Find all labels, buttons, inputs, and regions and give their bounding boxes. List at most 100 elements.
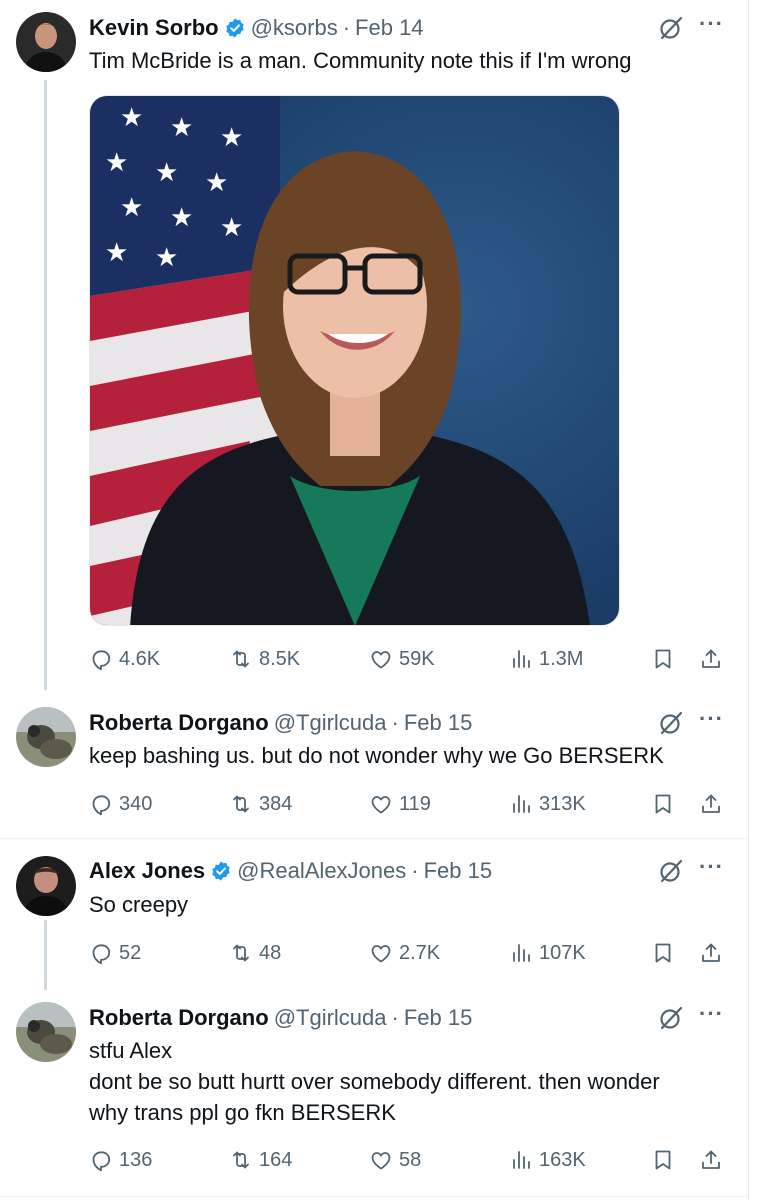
separator-dot: ·: [391, 1005, 399, 1030]
more-icon[interactable]: ···: [699, 1003, 724, 1025]
bookmark-icon: [651, 647, 675, 671]
tweet[interactable]: Roberta Dorgano @Tgirlcuda · Feb 15 ··· …: [0, 695, 748, 837]
tweet-text-line: why trans ppl go fkn BERSERK: [89, 1100, 396, 1125]
tweet-text-line: keep bashing us. but do not wonder why w…: [89, 743, 664, 768]
avatar[interactable]: [16, 856, 76, 916]
verified-badge-icon: [224, 17, 246, 39]
reply-button[interactable]: 136: [89, 1145, 152, 1175]
verified-badge-icon: [210, 860, 232, 882]
tweet-separator: [0, 1196, 748, 1197]
grok-icon[interactable]: [657, 857, 685, 885]
views-button[interactable]: 107K: [509, 938, 586, 968]
tweet-actions: 136 164 58 163K: [89, 1145, 725, 1175]
like-button[interactable]: 59K: [369, 644, 435, 674]
svg-text:★: ★: [105, 147, 128, 177]
share-icon: [699, 792, 723, 816]
retweet-button[interactable]: 8.5K: [229, 644, 300, 674]
tweet-header: Roberta Dorgano @Tgirlcuda · Feb 15 ···: [89, 1003, 728, 1033]
tweet-header: Kevin Sorbo @ksorbs · Feb 14 ···: [89, 13, 728, 43]
retweet-count: 48: [259, 941, 282, 964]
display-name[interactable]: Roberta Dorgano: [89, 1005, 269, 1031]
reply-icon: [89, 1148, 113, 1172]
retweet-button[interactable]: 384: [229, 789, 292, 819]
tweet-text-line: stfu Alex: [89, 1038, 173, 1063]
retweet-button[interactable]: 164: [229, 1145, 292, 1175]
avatar[interactable]: [16, 1002, 76, 1062]
svg-text:★: ★: [170, 202, 193, 232]
user-handle[interactable]: @ksorbs: [251, 15, 338, 41]
display-name[interactable]: Roberta Dorgano: [89, 710, 269, 736]
user-handle[interactable]: @RealAlexJones: [237, 858, 406, 884]
more-icon[interactable]: ···: [699, 856, 724, 878]
tweet-date[interactable]: Feb 14: [355, 15, 424, 41]
tweet-text: stfu Alex dont be so butt hurtt over som…: [89, 1035, 718, 1128]
like-count: 59K: [399, 647, 435, 670]
grok-icon[interactable]: [657, 14, 685, 42]
svg-text:★: ★: [170, 112, 193, 142]
tweet-text-line: dont be so butt hurtt over somebody diff…: [89, 1069, 660, 1094]
reply-icon: [89, 647, 113, 671]
retweet-button[interactable]: 48: [229, 938, 281, 968]
reply-icon: [89, 792, 113, 816]
more-icon[interactable]: ···: [699, 13, 724, 35]
reply-count: 52: [119, 941, 142, 964]
tweet[interactable]: Kevin Sorbo @ksorbs · Feb 14 ··· Tim McB…: [0, 0, 748, 695]
view-count: 107K: [539, 941, 586, 964]
tweet-actions: 4.6K 8.5K 59K 1.3M: [89, 644, 725, 674]
display-name[interactable]: Alex Jones: [89, 858, 205, 884]
svg-text:★: ★: [205, 167, 228, 197]
reply-count: 136: [119, 1148, 153, 1171]
like-count: 58: [399, 1148, 422, 1171]
views-button[interactable]: 313K: [509, 789, 586, 819]
views-button[interactable]: 163K: [509, 1145, 586, 1175]
tweet-date[interactable]: Feb 15: [404, 710, 473, 736]
tweet-date[interactable]: Feb 15: [404, 1005, 473, 1031]
view-count: 163K: [539, 1148, 586, 1171]
reply-count: 4.6K: [119, 647, 161, 670]
user-handle[interactable]: @Tgirlcuda: [274, 710, 387, 736]
tweet-text: keep bashing us. but do not wonder why w…: [89, 740, 718, 771]
grok-icon[interactable]: [657, 709, 685, 737]
reply-button[interactable]: 52: [89, 938, 141, 968]
like-button[interactable]: 2.7K: [369, 938, 440, 968]
more-icon[interactable]: ···: [699, 708, 724, 730]
retweet-icon: [229, 792, 253, 816]
tweet-date[interactable]: Feb 15: [424, 858, 493, 884]
user-handle[interactable]: @Tgirlcuda: [274, 1005, 387, 1031]
grok-icon[interactable]: [657, 1004, 685, 1032]
reply-count: 340: [119, 792, 153, 815]
tweet[interactable]: Roberta Dorgano @Tgirlcuda · Feb 15 ··· …: [0, 990, 748, 1195]
svg-text:★: ★: [120, 192, 143, 222]
tweet-separator: [0, 838, 748, 839]
share-button[interactable]: [699, 789, 723, 819]
avatar[interactable]: [16, 707, 76, 767]
like-button[interactable]: 58: [369, 1145, 421, 1175]
tweet-photo[interactable]: ★ ★ ★ ★ ★ ★ ★ ★ ★ ★ ★: [89, 95, 620, 626]
retweet-count: 8.5K: [259, 647, 301, 670]
reply-button[interactable]: 4.6K: [89, 644, 160, 674]
reply-button[interactable]: 340: [89, 789, 152, 819]
svg-text:★: ★: [120, 102, 143, 132]
tweet-text: So creepy: [89, 889, 718, 920]
display-name[interactable]: Kevin Sorbo: [89, 15, 219, 41]
svg-text:★: ★: [155, 157, 178, 187]
view-count: 1.3M: [539, 647, 584, 670]
bookmark-icon: [651, 1148, 675, 1172]
share-button[interactable]: [699, 938, 723, 968]
share-button[interactable]: [699, 644, 723, 674]
like-icon: [369, 941, 393, 965]
tweet-actions: 340 384 119 313K: [89, 789, 725, 819]
views-button[interactable]: 1.3M: [509, 644, 583, 674]
svg-text:★: ★: [220, 212, 243, 242]
tweet[interactable]: Alex Jones @RealAlexJones · Feb 15 ··· S…: [0, 842, 748, 990]
bookmark-button[interactable]: [651, 1145, 675, 1175]
svg-text:★: ★: [155, 242, 178, 272]
share-button[interactable]: [699, 1145, 723, 1175]
like-button[interactable]: 119: [369, 789, 431, 819]
avatar[interactable]: [16, 12, 76, 72]
bookmark-button[interactable]: [651, 938, 675, 968]
tweet-header: Roberta Dorgano @Tgirlcuda · Feb 15 ···: [89, 708, 728, 738]
svg-text:★: ★: [220, 122, 243, 152]
bookmark-button[interactable]: [651, 789, 675, 819]
bookmark-button[interactable]: [651, 644, 675, 674]
